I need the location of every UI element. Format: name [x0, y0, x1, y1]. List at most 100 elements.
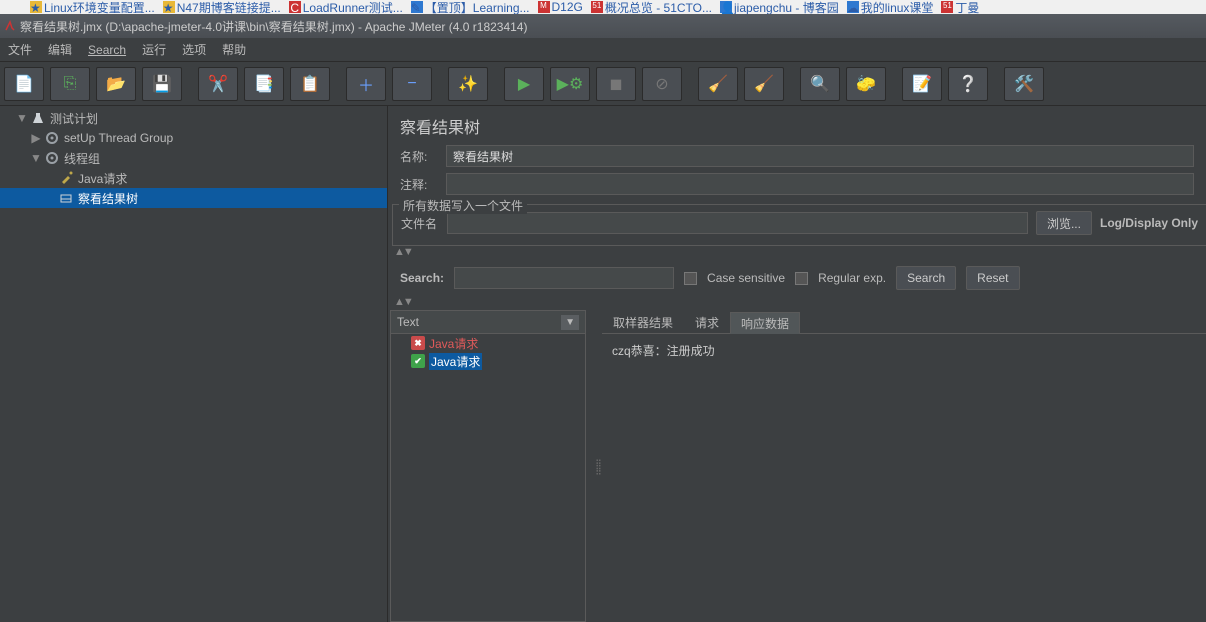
paste-button[interactable]: 📋	[290, 67, 330, 101]
expand-toggle-icon[interactable]: ▶	[30, 131, 42, 145]
start-button[interactable]: ▶	[504, 67, 544, 101]
tree-node-java-request[interactable]: Java请求	[0, 168, 387, 188]
filename-input[interactable]	[447, 212, 1028, 234]
menu-help[interactable]: 帮助	[222, 41, 246, 58]
copy-button[interactable]: 📑	[244, 67, 284, 101]
function-helper-button[interactable]: 📝	[902, 67, 942, 101]
plus-icon: ＋	[358, 72, 374, 96]
save-button[interactable]: 💾	[142, 67, 182, 101]
tree-node-view-results-tree[interactable]: 察看结果树	[0, 188, 387, 208]
minus-icon: −	[407, 75, 416, 93]
results-list[interactable]: ✖ Java请求 ✔ Java请求	[390, 334, 586, 622]
section-collapser[interactable]: ▲▼	[388, 296, 1206, 310]
menu-search[interactable]: Search	[88, 43, 126, 57]
expand-button[interactable]: ＋	[346, 67, 386, 101]
browser-tab[interactable]: ✎【置顶】Learning...	[411, 0, 530, 14]
response-column: 取样器结果 请求 响应数据 czq恭喜：注册成功	[602, 310, 1206, 622]
tree-label: Java请求	[76, 170, 127, 187]
clipboard-icon: 📋	[300, 74, 320, 94]
panel-title: 察看结果树	[388, 106, 1206, 142]
regex-checkbox[interactable]	[795, 272, 808, 285]
scope-icon	[58, 190, 74, 206]
search-button[interactable]: 🔍	[800, 67, 840, 101]
renderer-dropdown[interactable]: Text ▼	[390, 310, 586, 334]
window-titlebar: 察看结果树.jmx (D:\apache-jmeter-4.0讲课\bin\察看…	[0, 14, 1206, 38]
cut-button[interactable]: ✂️	[198, 67, 238, 101]
flask-icon	[30, 110, 46, 126]
comment-input[interactable]	[446, 173, 1194, 195]
log-display-label: Log/Display Only	[1100, 216, 1198, 230]
tree-label: setUp Thread Group	[62, 131, 173, 145]
section-collapser[interactable]: ▲▼	[388, 246, 1206, 260]
browser-tab[interactable]: ☁我的linux课堂	[847, 0, 934, 14]
browser-tab[interactable]: CLoadRunner测试...	[289, 0, 403, 14]
browser-tab[interactable]: ★Linux环境变量配置...	[30, 0, 155, 14]
vertical-splitter[interactable]: ⠿⠿⠿	[594, 310, 602, 622]
browser-tab[interactable]: ★N47期博客链接提...	[163, 0, 281, 14]
question-icon: ❔	[958, 74, 978, 94]
toolbar: 📄 ⎘ 📂 💾 ✂️ 📑 📋 ＋ − ✨ ▶ ▶⚙ ◼ ⊘ 🧹 🧹 🔍 🧽 📝 …	[0, 62, 1206, 106]
template-icon: ⎘	[64, 75, 77, 93]
menu-edit[interactable]: 编辑	[48, 41, 72, 58]
new-button[interactable]: 📄	[4, 67, 44, 101]
expand-toggle-icon[interactable]: ▼	[30, 151, 42, 165]
templates-button[interactable]: ⎘	[50, 67, 90, 101]
name-input[interactable]	[446, 145, 1194, 167]
write-results-fieldset: 所有数据写入一个文件 文件名 浏览... Log/Display Only	[392, 204, 1206, 246]
tree-node-setup-thread-group[interactable]: ▶ setUp Thread Group	[0, 128, 387, 148]
shutdown-button[interactable]: ⊘	[642, 67, 682, 101]
browser-tab[interactable]: 51丁曼	[941, 0, 979, 14]
heap-dump-button[interactable]: 🛠️	[1004, 67, 1044, 101]
search-input[interactable]	[454, 267, 674, 289]
tree-node-test-plan[interactable]: ▼ 测试计划	[0, 108, 387, 128]
results-column: Text ▼ ✖ Java请求 ✔ Java请求	[388, 310, 594, 622]
result-row[interactable]: ✖ Java请求	[391, 334, 585, 352]
filename-label: 文件名	[401, 215, 439, 232]
comment-label: 注释:	[400, 176, 438, 193]
menu-run[interactable]: 运行	[142, 41, 166, 58]
renderer-value: Text	[397, 315, 419, 329]
help-button[interactable]: ❔	[948, 67, 988, 101]
app-icon	[4, 20, 16, 32]
test-plan-tree[interactable]: ▼ 测试计划 ▶ setUp Thread Group ▼ 线程组 Java请求…	[0, 106, 388, 622]
reset-search-button[interactable]: 🧽	[846, 67, 886, 101]
folder-icon: 📂	[106, 74, 126, 94]
regex-label: Regular exp.	[818, 271, 886, 285]
clear-button[interactable]: 🧹	[698, 67, 738, 101]
start-notimers-button[interactable]: ▶⚙	[550, 67, 590, 101]
detail-panel: 察看结果树 名称: 注释: 所有数据写入一个文件 文件名 浏览... Log/D…	[388, 106, 1206, 622]
clear-all-button[interactable]: 🧹	[744, 67, 784, 101]
case-sensitive-label: Case sensitive	[707, 271, 785, 285]
browser-tab[interactable]: 51概况总览 - 51CTO...	[591, 0, 712, 14]
result-label: Java请求	[429, 353, 482, 370]
case-sensitive-checkbox[interactable]	[684, 272, 697, 285]
gear-icon	[44, 150, 60, 166]
result-row[interactable]: ✔ Java请求	[391, 352, 585, 370]
tab-response-data[interactable]: 响应数据	[730, 312, 800, 334]
browser-tab[interactable]: 👤jiapengchu - 博客园	[720, 0, 839, 14]
response-body[interactable]: czq恭喜：注册成功	[602, 334, 1206, 622]
expand-toggle-icon[interactable]: ▼	[16, 111, 28, 125]
tree-node-thread-group[interactable]: ▼ 线程组	[0, 148, 387, 168]
fieldset-legend: 所有数据写入一个文件	[399, 197, 527, 214]
stop-button[interactable]: ◼	[596, 67, 636, 101]
menu-options[interactable]: 选项	[182, 41, 206, 58]
dropper-icon	[58, 170, 74, 186]
notepad-icon: 📝	[912, 74, 932, 94]
search-reset-button[interactable]: Reset	[966, 266, 1019, 290]
play-icon: ▶	[518, 74, 530, 94]
toggle-button[interactable]: ✨	[448, 67, 488, 101]
tree-label: 测试计划	[48, 110, 98, 127]
collapse-button[interactable]: −	[392, 67, 432, 101]
browser-tab-strip: ★Linux环境变量配置... ★N47期博客链接提... CLoadRunne…	[0, 0, 1206, 14]
browser-tab[interactable]: MD12G	[538, 0, 583, 14]
tab-sampler-result[interactable]: 取样器结果	[602, 311, 684, 333]
browse-button[interactable]: 浏览...	[1036, 211, 1092, 235]
copy-icon: 📑	[254, 74, 274, 94]
search-execute-button[interactable]: Search	[896, 266, 956, 290]
wand-icon: ✨	[458, 74, 478, 94]
tab-request[interactable]: 请求	[684, 311, 730, 333]
gear-wrench-icon: 🛠️	[1014, 74, 1034, 94]
menu-file[interactable]: 文件	[8, 41, 32, 58]
open-button[interactable]: 📂	[96, 67, 136, 101]
